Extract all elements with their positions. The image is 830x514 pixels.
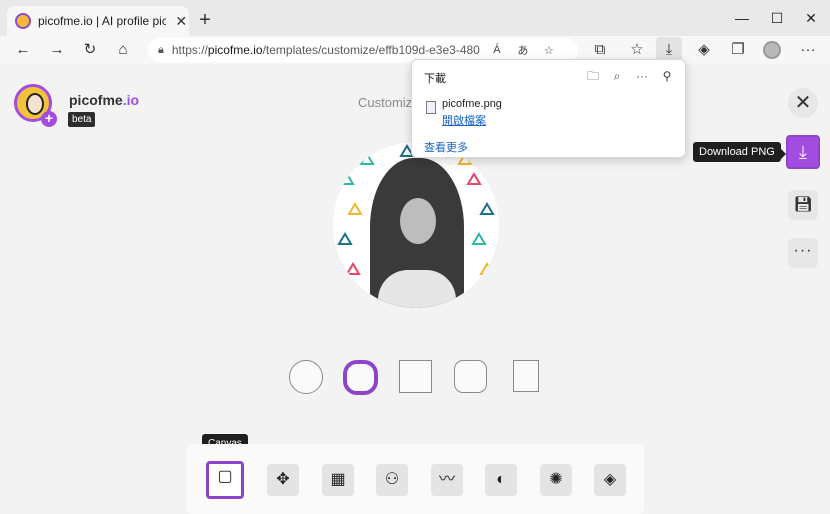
- tool-badge[interactable]: ✺: [540, 464, 572, 496]
- read-aloud-icon[interactable]: Á: [488, 44, 506, 56]
- shirt-image: [378, 270, 456, 308]
- downloads-title: 下載: [424, 73, 446, 85]
- home-icon[interactable]: ⌂: [110, 37, 136, 63]
- shape-selector: [289, 360, 549, 396]
- beta-badge: beta: [68, 112, 96, 127]
- open-file-link[interactable]: 開啟檔案: [442, 112, 486, 128]
- maximize-button[interactable]: ☐: [765, 6, 789, 30]
- tool-layers[interactable]: ◈: [594, 464, 626, 496]
- add-favorite-icon[interactable]: ☆: [540, 44, 558, 57]
- back-icon[interactable]: ←: [10, 37, 36, 63]
- search-icon[interactable]: ⌕: [608, 67, 626, 85]
- open-folder-icon[interactable]: 🗀︎: [584, 67, 602, 85]
- refresh-icon[interactable]: ↻: [77, 37, 103, 63]
- tool-canvas[interactable]: ▢: [206, 461, 244, 499]
- pin-icon[interactable]: ⚲: [658, 67, 676, 85]
- tool-move[interactable]: ✥: [267, 464, 299, 496]
- badge-icon: ✺: [549, 471, 563, 488]
- page-title: Customiz: [358, 95, 413, 110]
- browser-tab[interactable]: picofme.io | AI profile picture ma ✕: [7, 6, 189, 36]
- tool-pattern[interactable]: 〰: [431, 464, 463, 496]
- profile-preview: [333, 142, 499, 308]
- forward-icon[interactable]: →: [44, 37, 70, 63]
- new-tab-button[interactable]: +: [195, 8, 215, 32]
- browser-essentials-icon[interactable]: ◈: [691, 37, 717, 63]
- face-image: [400, 198, 436, 244]
- tool-color-blend[interactable]: ⚇: [376, 464, 408, 496]
- add-photo-icon[interactable]: +: [41, 111, 57, 127]
- shape-squircle-option[interactable]: [343, 360, 378, 395]
- window-close-button[interactable]: ✕: [799, 6, 823, 30]
- avatar-face-icon: [26, 93, 44, 115]
- file-icon: [426, 101, 436, 114]
- download-file-name[interactable]: picofme.png: [442, 98, 502, 110]
- favicon-icon: [15, 13, 31, 29]
- profile-avatar-icon[interactable]: [763, 41, 781, 59]
- more-icon[interactable]: ···: [633, 67, 651, 85]
- settings-more-icon[interactable]: ···: [795, 37, 821, 63]
- tool-shadow[interactable]: ◐: [485, 464, 517, 496]
- shape-square-option[interactable]: [399, 360, 432, 393]
- save-icon: 💾︎: [793, 196, 813, 213]
- color-blend-icon: ⚇: [384, 471, 400, 488]
- browser-titlebar: picofme.io | AI profile picture ma ✕ + —…: [0, 0, 830, 36]
- url-text: https://picofme.io/templates/customize/e…: [171, 43, 480, 57]
- transparency-icon: ▦: [330, 471, 346, 488]
- minimize-button[interactable]: —: [730, 6, 754, 30]
- collections-icon[interactable]: ❐: [725, 37, 751, 63]
- lock-icon: 🔒︎: [158, 43, 164, 56]
- tab-close-icon[interactable]: ✕: [173, 13, 189, 30]
- download-tooltip: Download PNG: [693, 142, 786, 162]
- download-icon: ⤓: [799, 142, 807, 162]
- tools-bar: ▢ ✥ ▦ ⚇ 〰 ◐ ✺ ◈: [186, 444, 644, 514]
- brand-name[interactable]: picofme.io: [69, 92, 139, 108]
- shape-rectangle-option[interactable]: [513, 360, 539, 392]
- shape-circle-option[interactable]: [289, 360, 323, 394]
- downloads-panel: 下載 🗀︎ ⌕ ··· ⚲ picofme.png 開啟檔案 查看更多: [411, 59, 686, 158]
- see-more-link[interactable]: 查看更多: [424, 139, 468, 155]
- shadow-icon: ◐: [496, 471, 506, 488]
- layers-icon: ◈: [603, 471, 617, 488]
- shape-rounded-square-option[interactable]: [454, 360, 487, 393]
- profile-photo[interactable]: [370, 158, 464, 308]
- tab-title: picofme.io | AI profile picture ma: [38, 14, 167, 28]
- translate-icon[interactable]: あ: [514, 42, 532, 58]
- save-button[interactable]: 💾︎: [788, 190, 818, 220]
- download-png-button[interactable]: ⤓: [786, 135, 820, 169]
- more-options-button[interactable]: ···: [788, 238, 818, 268]
- close-editor-button[interactable]: ✕: [788, 88, 818, 118]
- move-icon: ✥: [276, 471, 290, 488]
- pattern-icon: 〰: [438, 471, 455, 488]
- canvas-icon: ▢: [217, 468, 233, 485]
- tool-transparency[interactable]: ▦: [322, 464, 354, 496]
